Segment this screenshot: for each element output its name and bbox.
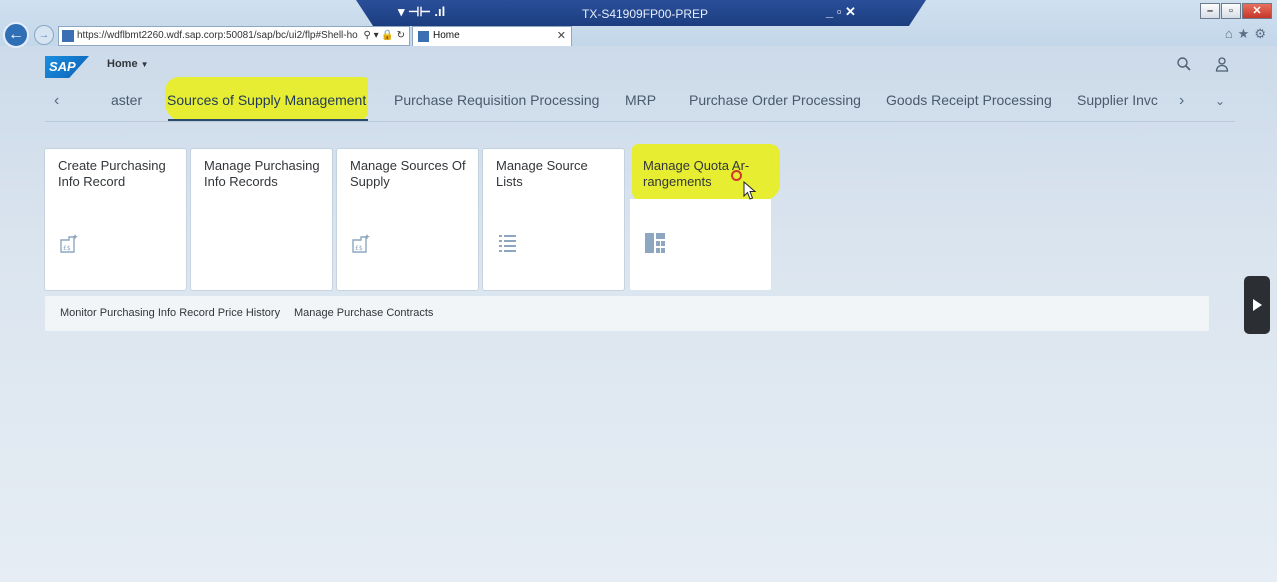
session-window-controls[interactable]: _ ▫ ✕: [826, 4, 856, 20]
active-tab-indicator: [168, 119, 368, 121]
svg-text:£$: £$: [63, 245, 71, 252]
sap-logo: SAP: [45, 56, 89, 78]
tile-title: Manage Source Lists: [496, 158, 588, 189]
quota-layout-icon: [645, 233, 665, 253]
anchor-item-purchase-order[interactable]: Purchase Order Processing: [689, 92, 861, 108]
tile-manage-sources-of-supply[interactable]: Manage Sources Of Supply £$: [337, 149, 478, 290]
remote-session-title: TX-S41909FP00-PREP: [582, 7, 709, 21]
forward-button[interactable]: →: [34, 25, 54, 45]
tab-favicon-icon: [418, 31, 429, 42]
anchor-item-mrp[interactable]: MRP: [625, 92, 656, 108]
caret-down-icon: ▼: [140, 60, 149, 69]
search-icon[interactable]: [1176, 56, 1192, 72]
list-icon: [499, 235, 516, 252]
remote-session-bar: ▾ ⊣⊢ .ıl TX-S41909FP00-PREP _ ▫ ✕: [356, 0, 926, 26]
tile-title: Manage Sources Of Supply: [350, 158, 466, 189]
side-panel-toggle[interactable]: [1244, 276, 1270, 334]
restore-button[interactable]: ▫: [1221, 3, 1241, 19]
click-indicator: [731, 170, 742, 181]
tile-title: Create Purchasing Info Record: [58, 158, 166, 189]
tile-create-purchasing-info-record[interactable]: Create Purchasing Info Record £$: [45, 149, 186, 290]
address-tools-icon[interactable]: ⚲ ▾ 🔒 ↻: [363, 27, 405, 45]
svg-text:£$: £$: [355, 245, 363, 252]
site-favicon-icon: [62, 30, 74, 42]
pin-icon[interactable]: ▾ ⊣⊢ .ıl: [398, 4, 445, 20]
play-arrow-icon: [1253, 299, 1262, 311]
minimize-button[interactable]: –: [1200, 3, 1220, 19]
home-menu-button[interactable]: Home ▼: [107, 58, 148, 70]
anchor-item-sources-of-supply[interactable]: Sources of Supply Management: [167, 92, 366, 108]
link-monitor-price-history[interactable]: Monitor Purchasing Info Record Price His…: [60, 307, 280, 319]
mouse-cursor-icon: [743, 181, 757, 200]
link-manage-purchase-contracts[interactable]: Manage Purchase Contracts: [294, 307, 433, 319]
chevron-down-icon[interactable]: ⌄: [1215, 94, 1225, 108]
anchor-item-supplier-invoice[interactable]: Supplier Invc: [1077, 92, 1159, 108]
anchor-navigation-bar: ‹ aster Sources of Supply Management Pur…: [45, 80, 1235, 122]
address-bar[interactable]: https://wdflbmt2260.wdf.sap.corp:50081/s…: [58, 26, 410, 46]
tile-manage-quota-arrangements[interactable]: Manage Quota Ar-rangements: [630, 149, 771, 290]
purchasing-info-record-icon: £$: [60, 234, 78, 253]
anchor-item-goods-receipt[interactable]: Goods Receipt Processing: [886, 92, 1052, 108]
anchor-item-master[interactable]: aster: [111, 92, 142, 108]
link-tiles-bar: Monitor Purchasing Info Record Price His…: [45, 296, 1209, 331]
close-window-button[interactable]: ✕: [1242, 3, 1272, 19]
tile-manage-source-lists[interactable]: Manage Source Lists: [483, 149, 624, 290]
address-url: https://wdflbmt2260.wdf.sap.corp:50081/s…: [77, 30, 358, 41]
user-icon[interactable]: [1214, 56, 1230, 72]
browser-home-favorites-settings-icons[interactable]: ⌂★⚙: [1225, 26, 1271, 42]
purchasing-info-record-icon: £$: [352, 234, 370, 253]
scroll-right-icon[interactable]: ›: [1179, 92, 1184, 110]
scroll-left-icon[interactable]: ‹: [54, 92, 59, 110]
close-tab-icon[interactable]: ✕: [557, 27, 566, 45]
tile-title: Manage Purchasing Info Records: [204, 158, 320, 189]
back-button[interactable]: ←: [3, 22, 29, 48]
tile-manage-purchasing-info-records[interactable]: Manage Purchasing Info Records: [191, 149, 332, 290]
browser-tab-home[interactable]: Home ✕: [412, 26, 572, 46]
tab-title: Home: [433, 30, 460, 41]
anchor-item-purchase-requisition[interactable]: Purchase Requisition Processing: [394, 92, 599, 108]
home-menu-label: Home: [107, 58, 138, 70]
